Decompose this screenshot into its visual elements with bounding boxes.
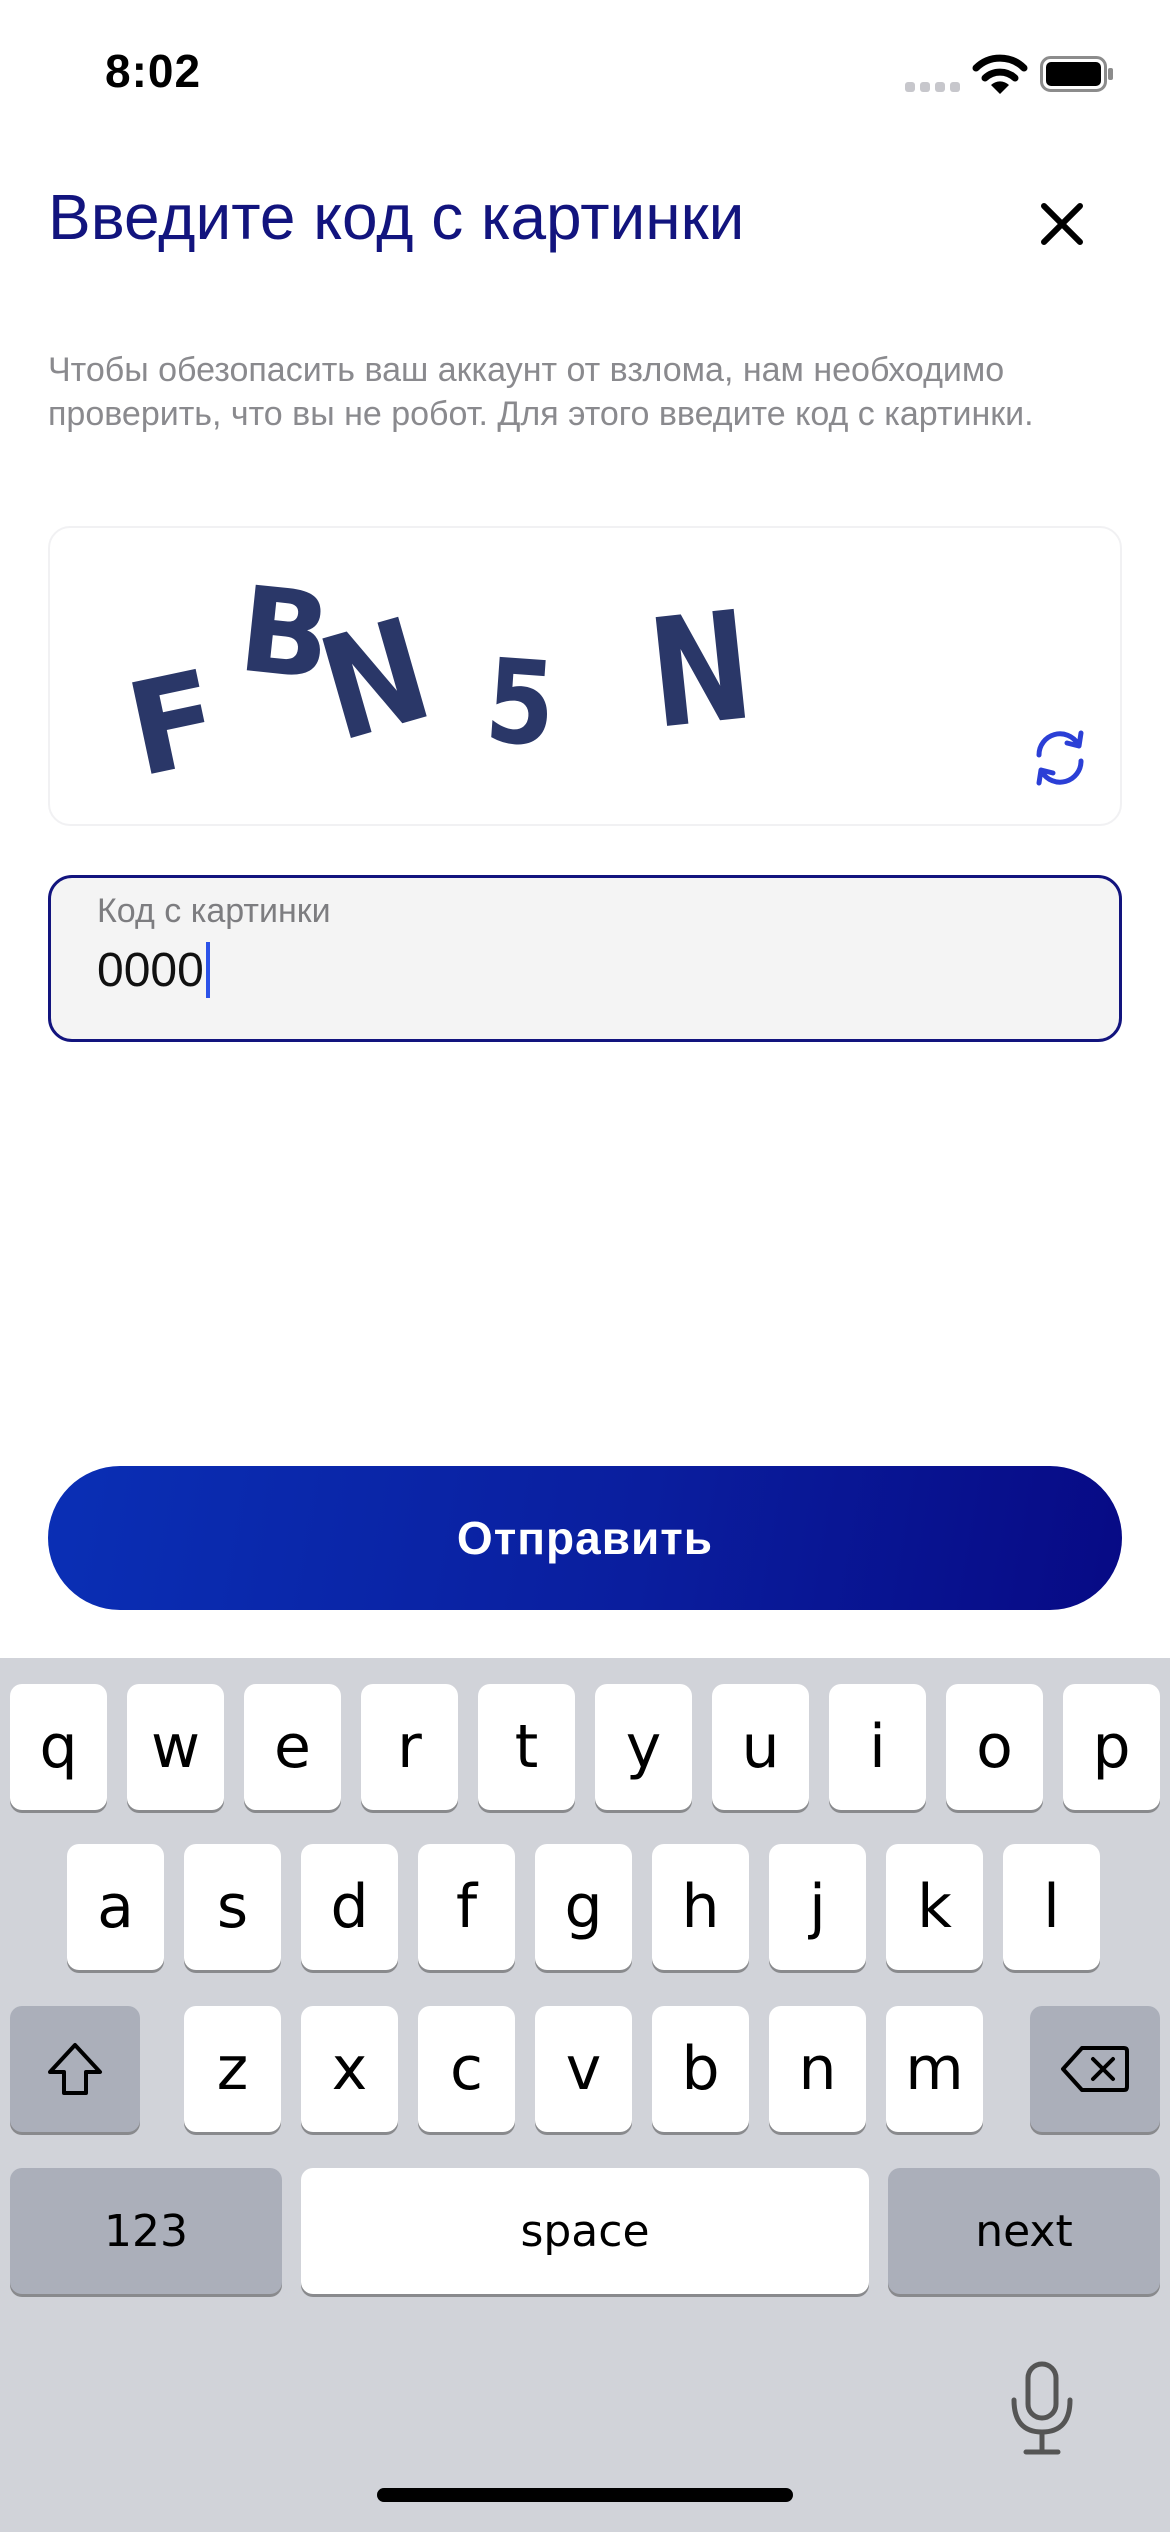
code-field-label: Код с картинки [97, 892, 331, 930]
submit-button-label: Отправить [456, 1512, 714, 1564]
key[interactable]: u [712, 1684, 809, 1810]
delete-icon [1061, 2046, 1129, 2092]
numbers-key[interactable]: 123 [10, 2168, 282, 2294]
key[interactable]: r [361, 1684, 458, 1810]
captcha-image: F B N 5 N [90, 538, 890, 818]
close-icon [1041, 203, 1083, 245]
on-screen-keyboard: q w e r t y u i o p a s d f g h j k l z … [0, 1658, 1170, 2532]
key[interactable]: t [478, 1684, 575, 1810]
key[interactable]: j [769, 1844, 866, 1970]
home-indicator[interactable] [377, 2488, 793, 2502]
battery-icon [1040, 56, 1113, 92]
key[interactable]: p [1063, 1684, 1160, 1810]
key[interactable]: z [184, 2006, 281, 2132]
shift-key[interactable] [10, 2006, 140, 2132]
key[interactable]: n [769, 2006, 866, 2132]
captcha-glyph: N [304, 587, 447, 774]
key[interactable]: f [418, 1844, 515, 1970]
key[interactable]: v [535, 2006, 632, 2132]
captcha-glyph: 5 [481, 633, 560, 774]
key[interactable]: k [886, 1844, 983, 1970]
status-time: 8:02 [105, 45, 202, 97]
key[interactable]: x [301, 2006, 398, 2132]
wifi-icon [972, 54, 1028, 94]
microphone-icon[interactable] [1000, 2358, 1084, 2458]
submit-button[interactable]: Отправить [48, 1466, 1122, 1610]
delete-key[interactable] [1030, 2006, 1160, 2132]
key[interactable]: w [127, 1684, 224, 1810]
captcha-glyph: N [641, 579, 760, 763]
key[interactable]: b [652, 2006, 749, 2132]
key[interactable]: a [67, 1844, 164, 1970]
key[interactable]: s [184, 1844, 281, 1970]
close-button[interactable] [1030, 192, 1094, 256]
key[interactable]: c [418, 2006, 515, 2132]
captcha-card: F B N 5 N [48, 526, 1122, 826]
key[interactable]: h [652, 1844, 749, 1970]
description-text: Чтобы обезопасить ваш аккаунт от взлома,… [48, 351, 1034, 433]
status-bar: 8:02 [0, 0, 1170, 150]
cellular-signal-icon [905, 82, 961, 94]
code-input-wrapper[interactable]: 0000 [97, 942, 210, 998]
page-title: Введите код с картинки [48, 181, 745, 253]
next-key[interactable]: next [888, 2168, 1160, 2294]
key[interactable]: q [10, 1684, 107, 1810]
key[interactable]: o [946, 1684, 1043, 1810]
text-caret [205, 942, 210, 998]
key[interactable]: l [1003, 1844, 1100, 1970]
key[interactable]: m [886, 2006, 983, 2132]
key[interactable]: i [829, 1684, 926, 1810]
key[interactable]: g [535, 1844, 632, 1970]
captcha-glyph: F [115, 642, 232, 807]
code-input-value[interactable]: 0000 [97, 943, 204, 998]
captcha-code-field[interactable]: Код с картинки 0000 [48, 875, 1122, 1042]
refresh-captcha-button[interactable] [1020, 718, 1100, 798]
space-key[interactable]: space [301, 2168, 869, 2294]
refresh-icon [1036, 730, 1084, 786]
key[interactable]: y [595, 1684, 692, 1810]
shift-icon [48, 2043, 102, 2095]
key[interactable]: e [244, 1684, 341, 1810]
key[interactable]: d [301, 1844, 398, 1970]
